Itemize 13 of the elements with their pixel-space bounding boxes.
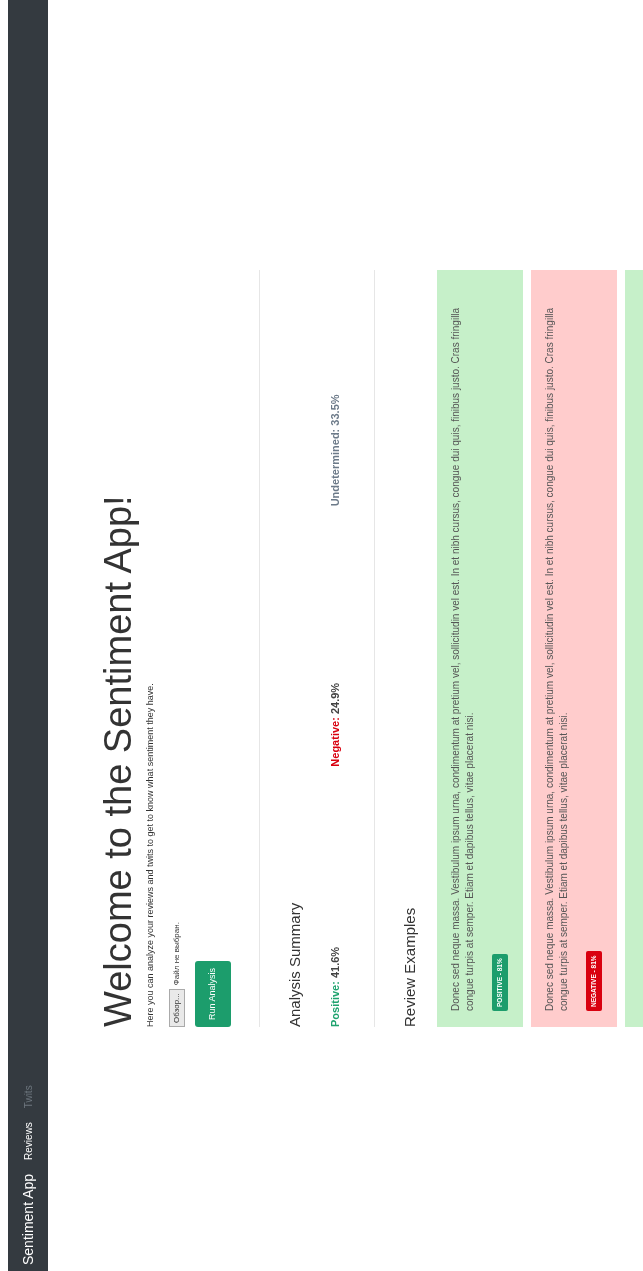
- section-title: Review Examples: [400, 906, 419, 1027]
- nav-link[interactable]: Reviews: [20, 1122, 36, 1160]
- brand-link[interactable]: Sentiment App: [17, 1173, 39, 1265]
- file-status: Файл не выбран.: [171, 922, 183, 986]
- stat-text: Undetermined: 33.5%: [328, 394, 341, 507]
- section-title: Analysis Summary: [285, 901, 304, 1027]
- stat-text: Negative: 24.9%: [328, 682, 341, 767]
- review-text: Donec sed neque massa. Vestibulum ipsum urna, condimentum at pretium vel, sollicitudin vel est. In et nibh cursus, congue dui quis, finibus justo. Cras fringilla congue turpis at semper. Etiam et dapibus tellus, vitae placerat nisi.: [542, 306, 571, 1011]
- review-text: Donec sed neque massa. Vestibulum ipsum urna, condimentum at pretium vel, sollicitudin vel est. In et nibh cursus, congue dui quis, finibus justo. Cras fringilla congue turpis at semper. Etiam et dapibus tellus, vitae placerat nisi.: [448, 306, 477, 1011]
- browse-button[interactable]: Обзор...: [169, 989, 186, 1027]
- intro-text: Here you can analyze your reviews and twits to get to know what sentiment they have.: [143, 682, 156, 1027]
- stat-text: Positive: 41.6%: [328, 946, 341, 1027]
- page-title: Welcome to the Sentiment App!: [98, 494, 140, 1027]
